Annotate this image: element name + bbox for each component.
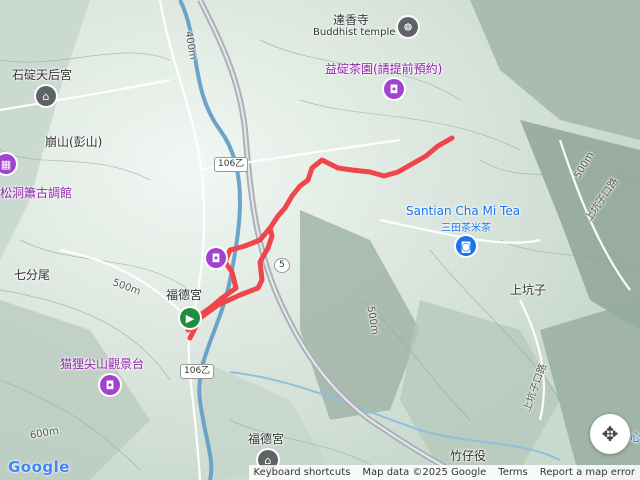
temple-label[interactable]: 達香寺: [333, 11, 369, 28]
camera-icon[interactable]: ◘: [384, 79, 404, 99]
road-shield-5: 5: [274, 258, 290, 273]
map-canvas[interactable]: [0, 0, 640, 480]
santian-label[interactable]: Santian Cha Mi Tea: [406, 204, 520, 218]
google-logo-text: Google: [8, 458, 70, 476]
tea-garden-label[interactable]: 益碇茶園(請提前預約): [325, 60, 442, 77]
report-error-link[interactable]: Report a map error: [540, 465, 635, 480]
shiding-tianhou-label[interactable]: 石碇天后宮: [12, 66, 72, 83]
cut-off-label: 心: [630, 430, 640, 444]
qifenwei-label: 七分尾: [14, 268, 51, 282]
road-shield: 106乙: [214, 157, 249, 172]
keyboard-shortcuts-link[interactable]: Keyboard shortcuts: [254, 465, 351, 480]
songdong-label[interactable]: 松洞簫古調館: [0, 184, 72, 201]
maoli-lookout-label[interactable]: 猫狸尖山觀景台: [60, 355, 144, 372]
google-logo[interactable]: Google: [8, 458, 70, 476]
shopping-bag-icon[interactable]: ◙: [456, 236, 476, 256]
temple-icon[interactable]: ⌂: [36, 86, 56, 106]
camera-icon[interactable]: ◘: [206, 248, 226, 268]
fudegong-2-label[interactable]: 福德宮: [248, 430, 284, 447]
fudegong-label[interactable]: 福德宮: [166, 286, 202, 303]
road-shield: 106乙: [180, 364, 215, 379]
dharma-wheel-icon[interactable]: ☸: [398, 17, 418, 37]
temple-sub-label: Buddhist temple: [313, 27, 396, 38]
santian-zh-label[interactable]: 三田茶米茶: [441, 219, 491, 234]
attribution-bar: Keyboard shortcuts Map data ©2025 Google…: [248, 465, 640, 480]
play-flag-icon[interactable]: ▶: [180, 308, 200, 328]
shangkengzi-label: 上坑子: [510, 283, 547, 297]
camera-icon[interactable]: ◘: [100, 375, 120, 395]
pan-control-icon[interactable]: ✥: [590, 414, 630, 454]
bengshan-label[interactable]: 崩山(彭山): [45, 133, 102, 150]
zhuziyi-label: 竹仔役: [450, 449, 487, 463]
map-data-text: Map data ©2025 Google: [362, 467, 487, 478]
terms-link[interactable]: Terms: [498, 465, 527, 480]
